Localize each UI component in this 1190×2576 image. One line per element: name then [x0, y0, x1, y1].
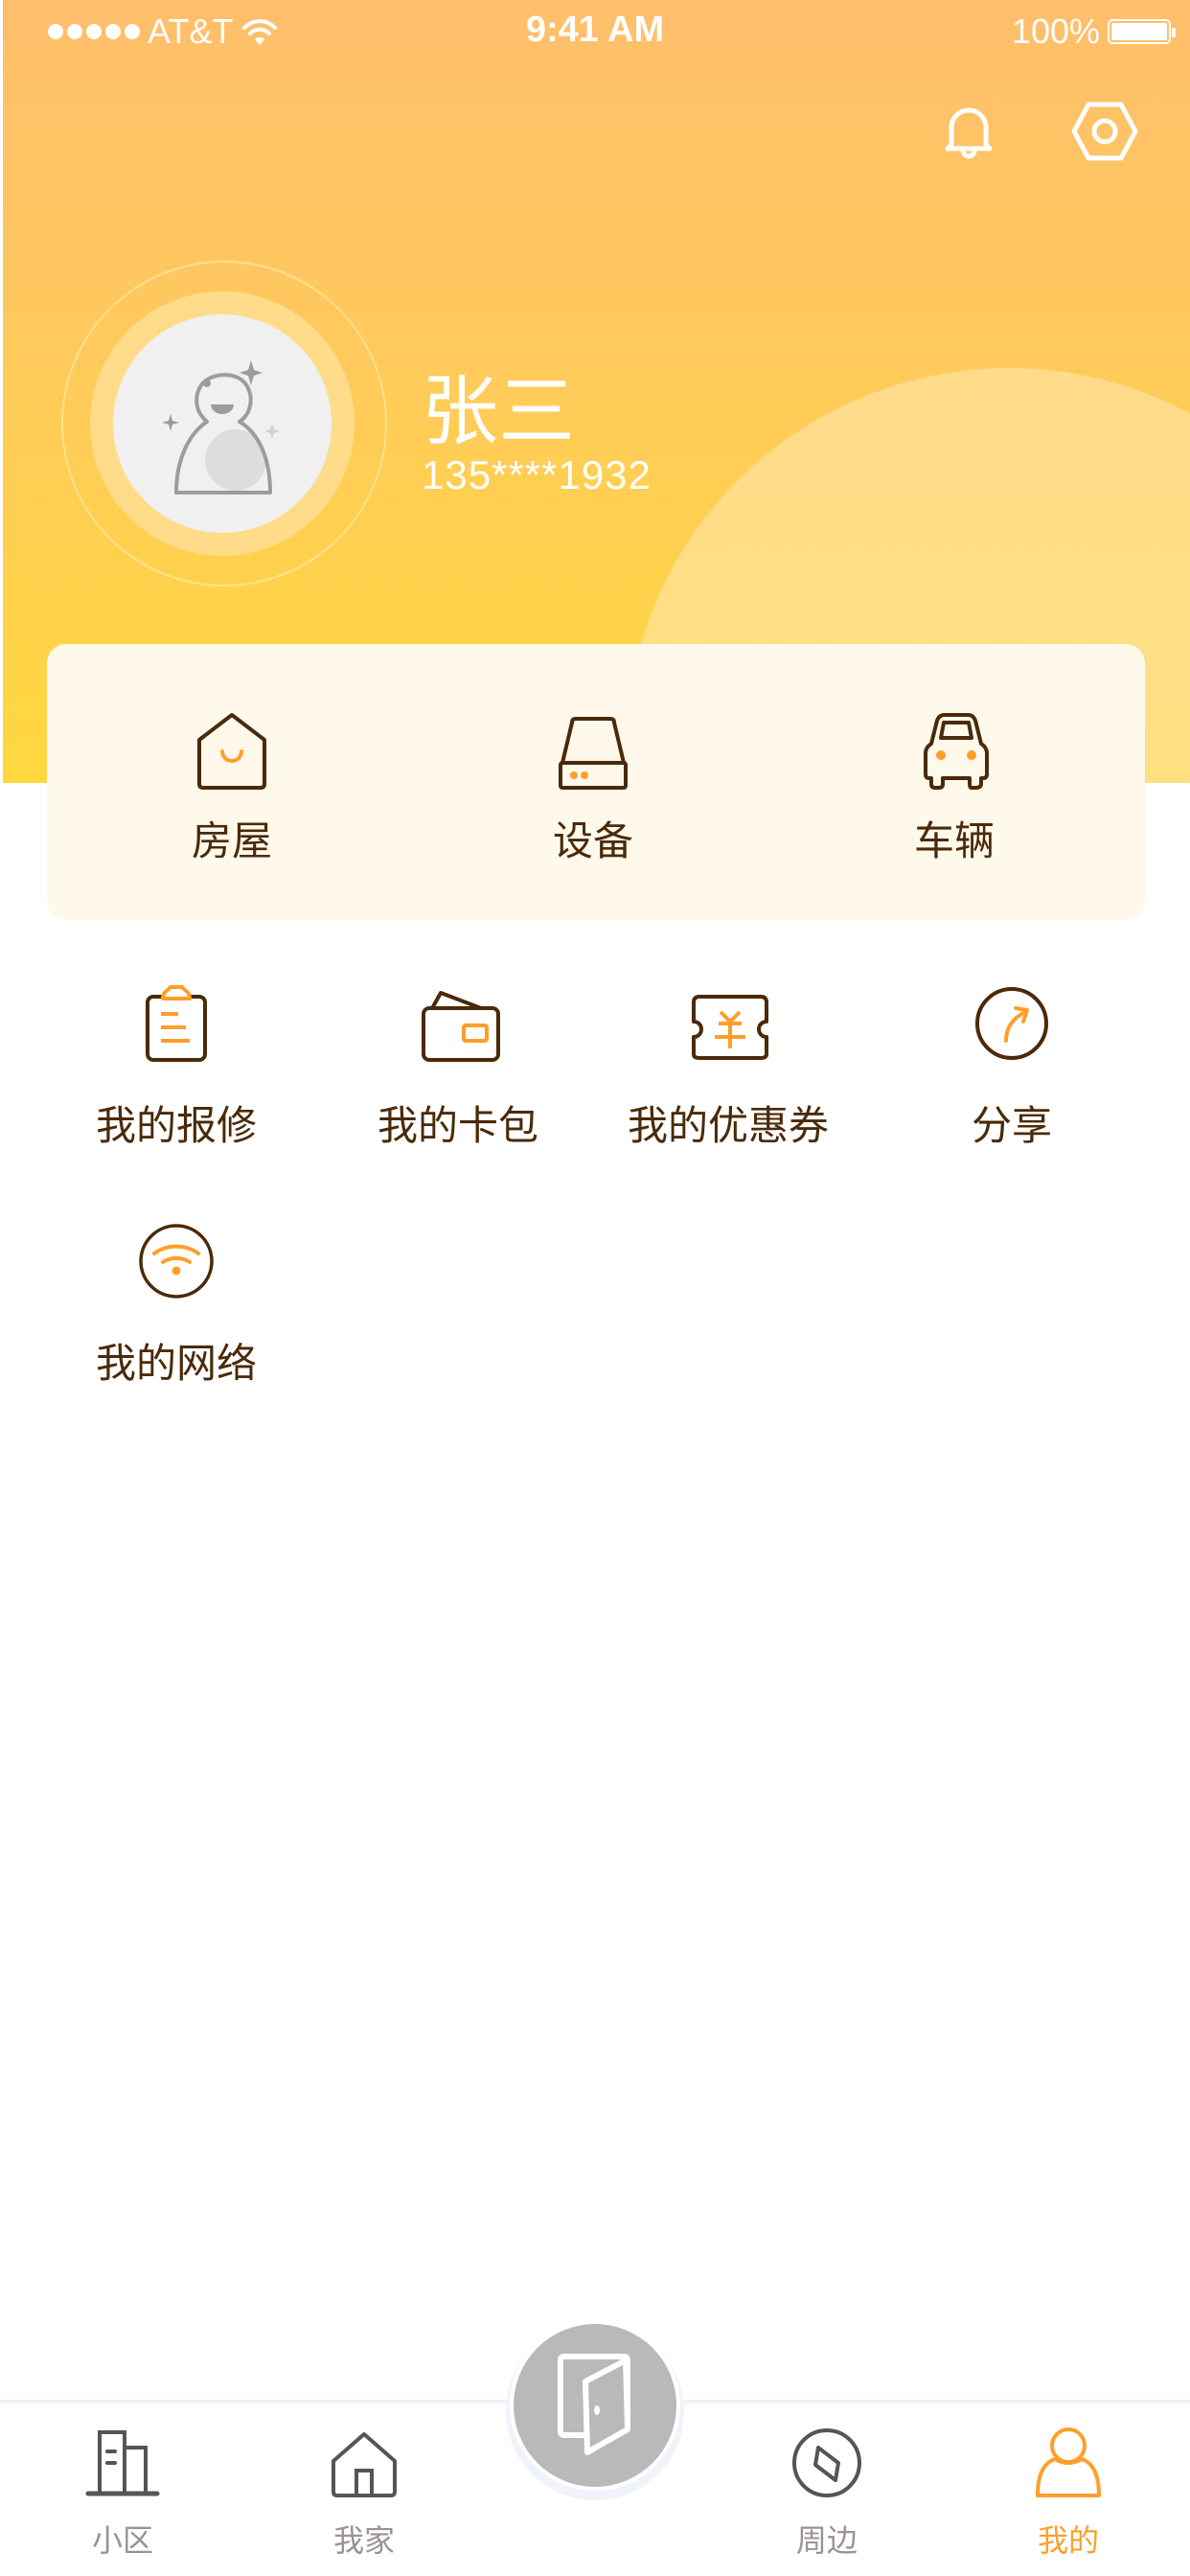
tab-label: 小区 — [91, 2522, 153, 2559]
bell-icon — [945, 107, 993, 159]
home-icon — [332, 2432, 397, 2497]
tab-label: 周边 — [795, 2522, 858, 2559]
clipboard-icon — [146, 985, 207, 1062]
tab-community[interactable]: 小区 — [27, 2425, 218, 2568]
battery-icon — [1108, 19, 1176, 44]
hexagon-settings-icon — [1071, 102, 1138, 161]
tab-nearby[interactable]: 周边 — [731, 2425, 923, 2568]
battery-info: 100% — [1011, 12, 1176, 52]
tab-mine[interactable]: 我的 — [973, 2425, 1164, 2568]
quick-item-label: 车辆 — [913, 817, 995, 864]
menu-item-label: 我的卡包 — [377, 1102, 538, 1149]
menu-item-label: 我的报修 — [95, 1102, 257, 1149]
default-avatar-icon — [162, 360, 280, 494]
door-icon — [558, 2354, 630, 2455]
quick-item-label: 房屋 — [191, 817, 272, 864]
user-name: 张三 — [422, 369, 575, 454]
tab-label: 我的 — [1037, 2522, 1099, 2559]
device-icon — [559, 717, 628, 790]
building-icon — [85, 2430, 160, 2496]
door-open-button[interactable] — [514, 2324, 676, 2487]
quick-item-device[interactable]: 设备 — [449, 644, 737, 920]
quick-item-car[interactable]: 车辆 — [811, 644, 1098, 920]
tab-my-home[interactable]: 我家 — [268, 2425, 460, 2568]
quick-item-label: 设备 — [552, 817, 633, 864]
menu-item-repair[interactable]: 我的报修 — [42, 983, 310, 1175]
share-icon — [975, 987, 1048, 1060]
menu-item-label: 我的网络 — [95, 1340, 257, 1387]
tab-label: 我家 — [332, 2522, 395, 2559]
menu-item-share[interactable]: 分享 — [878, 983, 1146, 1175]
menu-item-coupon[interactable]: 我的优惠券 — [594, 983, 862, 1175]
battery-percent: 100% — [1011, 12, 1100, 51]
coupon-icon — [692, 995, 768, 1060]
wallet-icon — [422, 991, 500, 1062]
wifi-icon — [139, 1224, 214, 1299]
avatar-inner-circle — [113, 314, 332, 533]
car-icon — [924, 713, 989, 790]
quick-access-card: 房屋 设备 车辆 — [47, 644, 1145, 920]
house-icon — [197, 713, 266, 790]
menu-item-network[interactable]: 我的网络 — [42, 1221, 310, 1413]
status-bar: AT&T 9:41 AM 100% — [0, 0, 1190, 59]
settings-button[interactable] — [1062, 88, 1148, 174]
menu-item-wallet[interactable]: 我的卡包 — [324, 983, 592, 1175]
person-icon — [1036, 2427, 1101, 2497]
avatar[interactable] — [61, 261, 387, 586]
compass-icon — [792, 2428, 861, 2497]
user-phone: 135****1932 — [422, 452, 652, 497]
menu-item-label: 我的优惠券 — [627, 1102, 829, 1149]
menu-item-label: 分享 — [971, 1102, 1052, 1149]
notification-button[interactable] — [926, 88, 1012, 174]
quick-item-house[interactable]: 房屋 — [88, 644, 376, 920]
